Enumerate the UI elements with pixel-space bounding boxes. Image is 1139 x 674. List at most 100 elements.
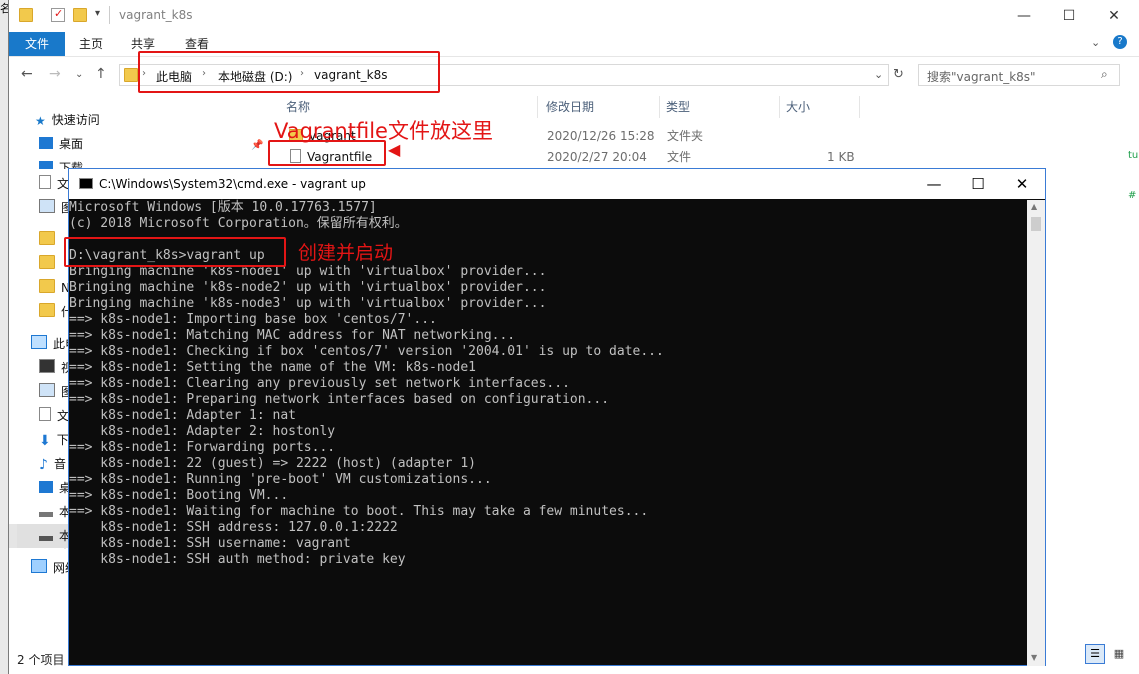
column-divider[interactable] bbox=[779, 96, 780, 118]
console-line: k8s-node1: 22 (guest) => 2222 (host) (ad… bbox=[69, 456, 476, 471]
title-divider bbox=[109, 6, 110, 24]
folder-icon bbox=[39, 303, 55, 317]
nav-item[interactable]: N bbox=[39, 277, 70, 299]
minimize-icon[interactable]: — bbox=[1004, 5, 1044, 27]
console-line: ==> k8s-node1: Matching MAC address for … bbox=[69, 328, 516, 343]
folder-icon bbox=[39, 279, 55, 293]
drive-icon bbox=[39, 512, 53, 517]
cmd-icon bbox=[79, 178, 93, 189]
console-line: ==> k8s-node1: Running 'pre-boot' VM cus… bbox=[69, 472, 492, 487]
close-icon[interactable]: ✕ bbox=[1094, 5, 1134, 27]
quick-access-dropdown-icon[interactable]: ▾ bbox=[95, 8, 100, 19]
scrollbar[interactable] bbox=[1027, 200, 1045, 666]
new-folder-icon[interactable] bbox=[73, 8, 87, 22]
scroll-down-icon[interactable]: ▼ bbox=[1031, 653, 1037, 662]
network-icon bbox=[31, 559, 47, 573]
help-icon[interactable]: ? bbox=[1113, 35, 1127, 49]
console-line: ==> k8s-node1: Checking if box 'centos/7… bbox=[69, 344, 664, 359]
document-icon bbox=[39, 175, 51, 189]
document-icon bbox=[39, 407, 51, 421]
close-icon[interactable]: ✕ bbox=[1000, 173, 1044, 195]
scrollbar-thumb[interactable] bbox=[1031, 217, 1041, 231]
annotation-arrow-icon: ◀ bbox=[388, 140, 401, 159]
console-line: k8s-node1: Adapter 1: nat bbox=[69, 408, 296, 423]
console-line: (c) 2018 Microsoft Corporation。保留所有权利。 bbox=[69, 216, 408, 231]
folder-icon bbox=[124, 68, 138, 82]
nav-label: 快速访问 bbox=[51, 113, 100, 127]
nav-item[interactable]: ⬇ 下 bbox=[39, 429, 69, 451]
desktop-icon bbox=[39, 481, 53, 493]
console-line: ==> k8s-node1: Importing base box 'cento… bbox=[69, 312, 437, 327]
console-line: k8s-node1: Adapter 2: hostonly bbox=[69, 424, 336, 439]
nav-label: 桌面 bbox=[59, 137, 84, 151]
cmd-title-bar[interactable]: C:\Windows\System32\cmd.exe - vagrant up… bbox=[69, 169, 1045, 199]
nav-item-selected[interactable]: 本 bbox=[39, 525, 71, 547]
forward-arrow-icon[interactable]: → bbox=[49, 66, 61, 82]
console-line: ==> k8s-node1: Clearing any previously s… bbox=[69, 376, 570, 391]
column-divider[interactable] bbox=[659, 96, 660, 118]
folder-icon bbox=[39, 231, 55, 245]
recent-dropdown-icon[interactable]: ⌄ bbox=[75, 69, 83, 80]
nav-item[interactable] bbox=[39, 253, 61, 275]
properties-icon[interactable]: ✓ bbox=[51, 7, 65, 22]
address-dropdown-icon[interactable]: ⌄ bbox=[874, 68, 883, 81]
tab-home[interactable]: 主页 bbox=[79, 32, 103, 56]
search-placeholder: 搜索"vagrant_k8s" bbox=[927, 70, 1036, 84]
nav-item[interactable]: 本 bbox=[39, 501, 71, 523]
console-output[interactable]: Microsoft Windows [版本 10.0.17763.1577] (c… bbox=[69, 200, 1027, 666]
maximize-icon[interactable]: ☐ bbox=[1049, 5, 1089, 27]
refresh-icon[interactable]: ↻ bbox=[893, 67, 904, 82]
pin-icon[interactable]: 📌 bbox=[251, 140, 263, 151]
picture-icon bbox=[39, 199, 55, 213]
nav-item[interactable]: 文 bbox=[39, 405, 69, 427]
nav-item[interactable]: 桌 bbox=[39, 477, 71, 499]
details-view-icon[interactable]: ☰ bbox=[1085, 644, 1105, 664]
column-header-type[interactable]: 类型 bbox=[666, 96, 690, 118]
background-window-fragment: tu bbox=[1128, 150, 1139, 161]
nav-label: 音 bbox=[53, 457, 66, 471]
star-icon: ★ bbox=[35, 114, 46, 128]
address-highlight-box bbox=[138, 51, 440, 93]
explorer-title-bar: ✓ ▾ vagrant_k8s — ☐ ✕ bbox=[9, 0, 1139, 32]
cmd-window-title: C:\Windows\System32\cmd.exe - vagrant up bbox=[99, 177, 366, 191]
folder-icon bbox=[19, 8, 33, 22]
console-line: k8s-node1: SSH address: 127.0.0.1:2222 bbox=[69, 520, 398, 535]
back-arrow-icon[interactable]: ← bbox=[21, 66, 33, 82]
drive-icon bbox=[39, 536, 53, 541]
folder-icon bbox=[39, 255, 55, 269]
video-icon bbox=[39, 359, 55, 373]
column-header-size[interactable]: 大小 bbox=[786, 96, 810, 118]
large-icons-view-icon[interactable]: ▦ bbox=[1109, 644, 1129, 664]
nav-item[interactable]: 桌面 bbox=[39, 133, 83, 155]
scroll-up-icon[interactable]: ▲ bbox=[1031, 202, 1037, 211]
nav-item[interactable]: 文 bbox=[39, 173, 69, 195]
console-line: k8s-node1: SSH auth method: private key bbox=[69, 552, 406, 567]
background-window-fragment: # bbox=[1128, 190, 1137, 201]
minimize-icon[interactable]: — bbox=[912, 173, 956, 195]
tab-file[interactable]: 文件 bbox=[9, 32, 65, 56]
console-line: ==> k8s-node1: Preparing network interfa… bbox=[69, 392, 610, 407]
console-line: Microsoft Windows [版本 10.0.17763.1577] bbox=[69, 200, 377, 215]
console-line: k8s-node1: SSH username: vagrant bbox=[69, 536, 351, 551]
column-header-date[interactable]: 修改日期 bbox=[546, 96, 594, 118]
column-divider[interactable] bbox=[859, 96, 860, 118]
create-and-start-annotation: 创建并启动 bbox=[298, 242, 394, 264]
picture-icon bbox=[39, 383, 55, 397]
window-title: vagrant_k8s bbox=[119, 8, 193, 22]
maximize-icon[interactable]: ☐ bbox=[956, 173, 1000, 195]
nav-item[interactable]: ♪ 音 bbox=[39, 453, 66, 475]
music-icon: ♪ bbox=[39, 457, 48, 473]
search-icon[interactable]: ⌕ bbox=[1101, 67, 1108, 82]
console-line: ==> k8s-node1: Setting the name of the V… bbox=[69, 360, 476, 375]
console-line: Bringing machine 'k8s-node3' up with 'vi… bbox=[69, 296, 547, 311]
download-icon bbox=[39, 161, 53, 169]
column-divider[interactable] bbox=[537, 96, 538, 118]
nav-quick-access[interactable]: ★ 快速访问 bbox=[35, 109, 100, 131]
vagrantfile-highlight-box bbox=[268, 140, 386, 166]
search-input[interactable]: 搜索"vagrant_k8s" ⌕ bbox=[918, 64, 1120, 86]
file-date: 2020/12/26 15:28 bbox=[547, 129, 655, 143]
nav-item[interactable] bbox=[39, 229, 61, 251]
expand-ribbon-icon[interactable]: ⌄ bbox=[1091, 36, 1100, 49]
file-date: 2020/2/27 20:04 bbox=[547, 150, 647, 164]
up-arrow-icon[interactable]: ↑ bbox=[95, 66, 107, 82]
